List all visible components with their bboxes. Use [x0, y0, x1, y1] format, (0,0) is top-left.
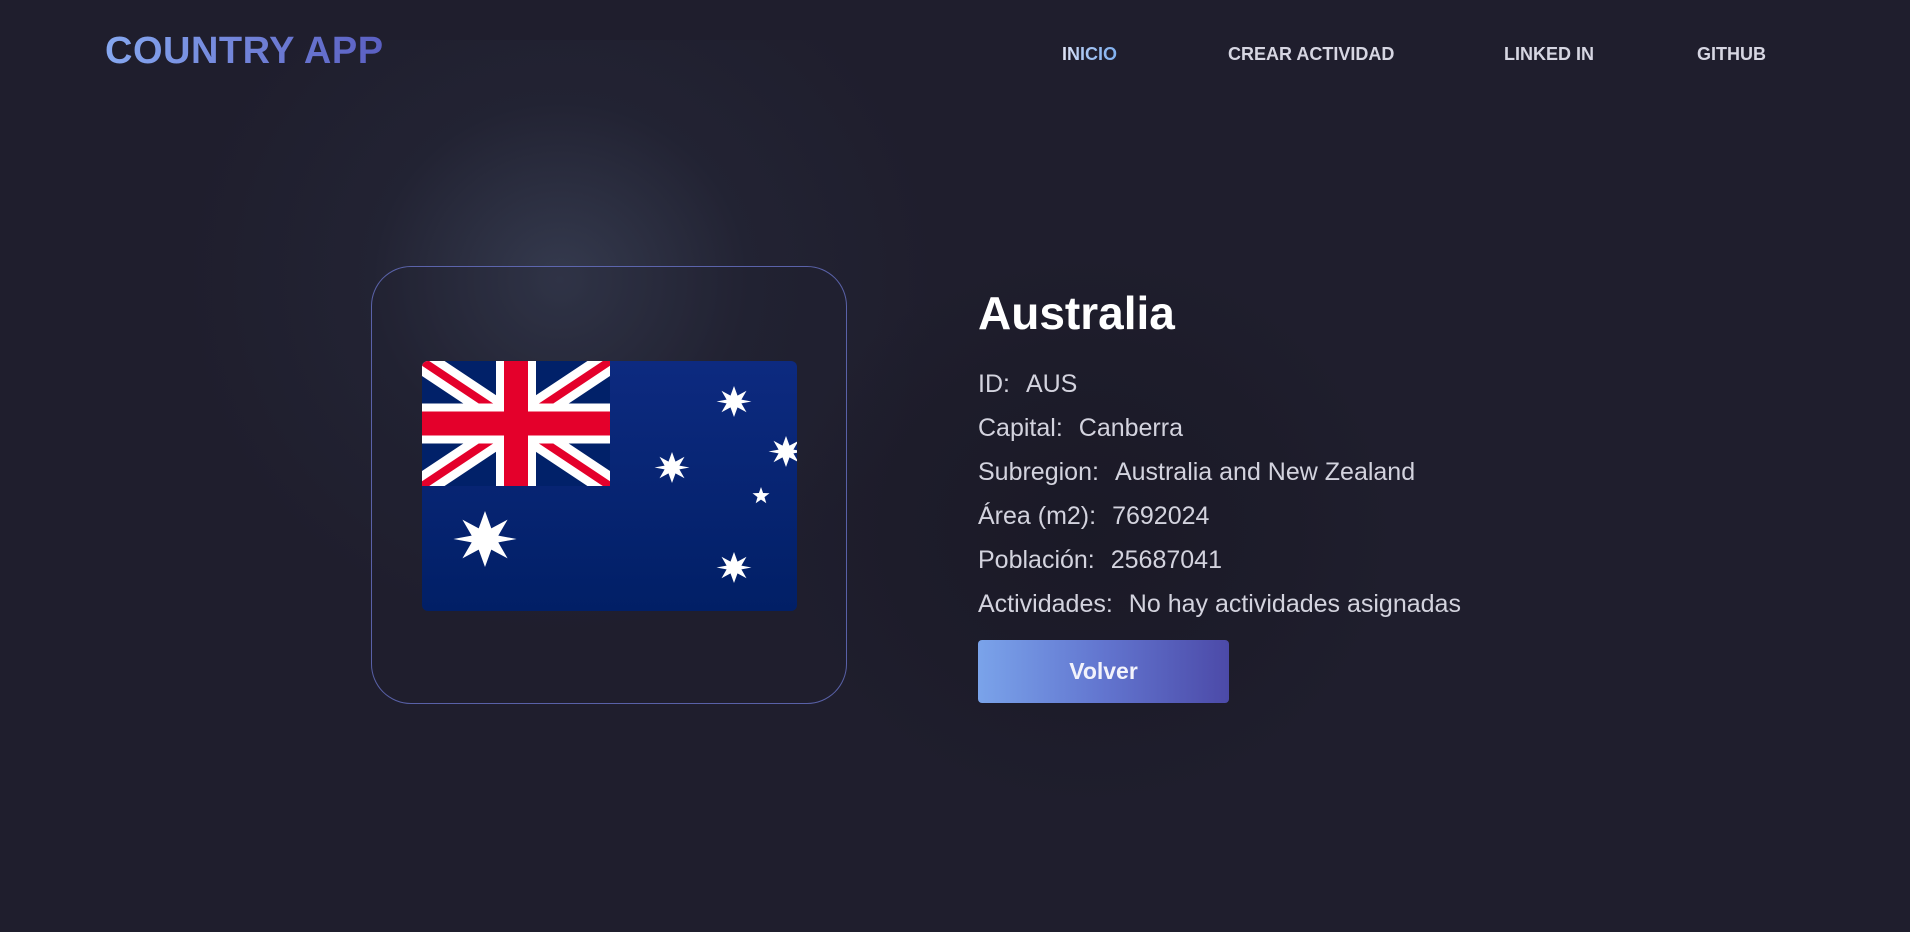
- country-details: Australia ID: AUS Capital: Canberra Subreg…: [978, 282, 1678, 703]
- info-value: Canberra: [1078, 414, 1183, 442]
- info-value: 25687041: [1110, 546, 1222, 574]
- country-info-list: ID: AUS Capital: Canberra Subregion: Austra…: [978, 362, 1678, 626]
- info-label: ID:: [978, 370, 1010, 398]
- info-label: Capital:: [978, 414, 1063, 442]
- info-value: Australia and New Zealand: [1114, 458, 1416, 486]
- app-logo[interactable]: COUNTRY APP: [105, 30, 384, 73]
- back-button[interactable]: Volver: [978, 640, 1229, 703]
- nav-link-github[interactable]: GITHUB: [1697, 44, 1766, 65]
- nav-link-linkedin[interactable]: LINKED IN: [1504, 44, 1594, 65]
- nav-link-crear-actividad[interactable]: CREAR ACTIVIDAD: [1228, 44, 1394, 65]
- flag-card: [371, 266, 847, 704]
- info-value: 7692024: [1112, 502, 1210, 530]
- info-row-id: ID: AUS: [978, 362, 1678, 406]
- info-label: Área (m2):: [978, 502, 1097, 530]
- info-label: Subregion:: [978, 458, 1099, 486]
- australia-flag-icon: [422, 361, 797, 611]
- info-row-activities: Actividades: No hay actividades asignadas: [978, 582, 1678, 626]
- info-label: Actividades:: [978, 590, 1113, 618]
- navbar: COUNTRY APP INICIO CREAR ACTIVIDAD LINKE…: [0, 0, 1910, 110]
- country-name: Australia: [978, 287, 1175, 339]
- info-value: No hay actividades asignadas: [1128, 590, 1461, 618]
- info-row-capital: Capital: Canberra: [978, 406, 1678, 450]
- info-row-population: Población: 25687041: [978, 538, 1678, 582]
- info-label: Población:: [978, 546, 1095, 574]
- info-row-subregion: Subregion: Australia and New Zealand: [978, 450, 1678, 494]
- info-value: AUS: [1025, 370, 1078, 398]
- nav-link-inicio[interactable]: INICIO: [1062, 44, 1117, 65]
- info-row-area: Área (m2): 7692024: [978, 494, 1678, 538]
